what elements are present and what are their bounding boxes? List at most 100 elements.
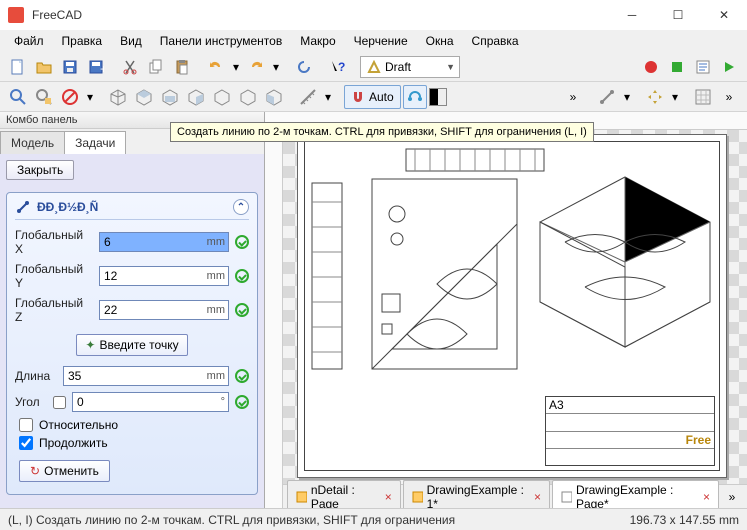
open-button[interactable] [32,55,56,79]
undo-button[interactable] [204,55,228,79]
measure-menu[interactable]: ▾ [322,85,334,109]
auto-button[interactable]: Auto [344,85,401,109]
line-tool-button[interactable] [595,85,619,109]
minimize-button[interactable]: ─ [609,0,655,30]
toolbar-overflow-2[interactable]: » [717,85,741,109]
move-tool-button[interactable] [643,85,667,109]
drawing-view-iso [535,172,715,352]
input-global-x[interactable]: mm [99,232,229,252]
label-length: Длина [15,369,57,383]
angle-checkbox[interactable] [53,396,66,409]
view-menu-button[interactable]: ▾ [84,85,96,109]
menu-drafting[interactable]: Черчение [346,32,416,50]
workspace-selector[interactable]: Draft ▼ [360,56,460,78]
menu-macro[interactable]: Макро [292,32,343,50]
tab-model[interactable]: Модель [0,131,65,154]
auto-label: Auto [369,90,394,104]
check-icon [235,303,249,317]
input-angle[interactable]: ° [72,392,229,412]
titleblock-format: A3 [549,398,564,412]
enter-point-button[interactable]: ✦Введите точку [76,334,187,356]
macros-button[interactable] [691,55,715,79]
snap-button[interactable] [403,85,427,109]
menu-toolbars[interactable]: Панели инструментов [152,32,290,50]
move-menu[interactable]: ▾ [669,85,681,109]
check-icon [235,235,249,249]
front-view-button[interactable] [132,85,156,109]
close-icon[interactable]: × [703,490,710,504]
grid-button[interactable] [691,85,715,109]
undo-menu[interactable]: ▾ [230,55,242,79]
stop-macro-button[interactable] [665,55,689,79]
record-macro-button[interactable] [639,55,663,79]
ruler-vertical [265,130,283,508]
redo-button[interactable] [244,55,268,79]
color-swatch[interactable] [429,88,447,106]
document-tabs: nDetail : Page× DrawingExample : 1*× Dra… [283,484,747,508]
drawing-view-top [405,148,545,172]
continue-checkbox[interactable] [19,436,33,450]
menu-edit[interactable]: Правка [54,32,111,50]
top-view-button[interactable] [158,85,182,109]
check-icon [235,269,249,283]
save-button[interactable] [58,55,82,79]
input-length[interactable]: mm [63,366,229,386]
bottom-view-button[interactable] [236,85,260,109]
redo-menu[interactable]: ▾ [270,55,282,79]
label-global-z: Глобальный Z [15,296,93,324]
toolbar-overflow-1[interactable]: » [561,85,585,109]
close-icon[interactable]: × [385,490,392,504]
rear-view-button[interactable] [210,85,234,109]
menu-file[interactable]: Файл [6,32,52,50]
run-macro-button[interactable] [717,55,741,79]
right-view-button[interactable] [184,85,208,109]
menu-windows[interactable]: Окна [418,32,462,50]
menu-view[interactable]: Вид [112,32,150,50]
refresh-button[interactable] [292,55,316,79]
new-button[interactable] [6,55,30,79]
check-icon [235,369,249,383]
page-icon [561,491,572,503]
left-view-button[interactable] [262,85,286,109]
zoom-fit-button[interactable] [6,85,30,109]
titlebar: FreeCAD ─ ☐ ✕ [0,0,747,30]
cut-button[interactable] [118,55,142,79]
no-icon-button[interactable] [58,85,82,109]
maximize-button[interactable]: ☐ [655,0,701,30]
point-task-card: ÐÐ¸Ð½Ð¸Ñ ⌃ Глобальный X mm Глобальный Y … [6,192,258,495]
workspace-label: Draft [385,60,411,74]
menubar: Файл Правка Вид Панели инструментов Макр… [0,30,747,52]
line-icon [15,199,31,215]
doc-tab-2[interactable]: DrawingExample : 1*× [403,480,550,509]
measure-button[interactable] [296,85,320,109]
input-global-z[interactable]: mm [99,300,229,320]
iso-view-button[interactable] [106,85,130,109]
whatsthis-button[interactable]: ? [326,55,350,79]
tab-overflow[interactable]: » [721,485,743,509]
cancel-button[interactable]: ↻Отменить [19,460,110,482]
relative-label: Относительно [39,418,118,432]
tab-tasks[interactable]: Задачи [64,131,126,154]
status-right: 196.73 x 147.55 mm [630,513,739,527]
zoom-select-button[interactable] [32,85,56,109]
doc-tab-1[interactable]: nDetail : Page× [287,480,401,509]
canvas-area: A3 Free nDetail : Page× DrawingExample :… [265,112,747,508]
input-global-y[interactable]: mm [99,266,229,286]
paste-button[interactable] [170,55,194,79]
line-menu[interactable]: ▾ [621,85,633,109]
drawing-viewport[interactable]: A3 Free nDetail : Page× DrawingExample :… [283,130,747,508]
menu-help[interactable]: Справка [464,32,527,50]
save-as-button[interactable]: + [84,55,108,79]
close-button[interactable]: ✕ [701,0,747,30]
toolbar-main: + ▾ ▾ ? Draft ▼ [0,52,747,82]
close-task-button[interactable]: Закрыть [6,160,74,180]
chevron-down-icon: ▼ [446,62,455,72]
drawing-sheet: A3 Free [297,134,727,478]
copy-button[interactable] [144,55,168,79]
relative-checkbox[interactable] [19,418,33,432]
collapse-button[interactable]: ⌃ [233,199,249,215]
svg-text:?: ? [338,60,345,74]
titleblock-brand: Free [686,433,711,447]
doc-tab-3[interactable]: DrawingExample : Page*× [552,480,719,509]
close-icon[interactable]: × [534,490,541,504]
